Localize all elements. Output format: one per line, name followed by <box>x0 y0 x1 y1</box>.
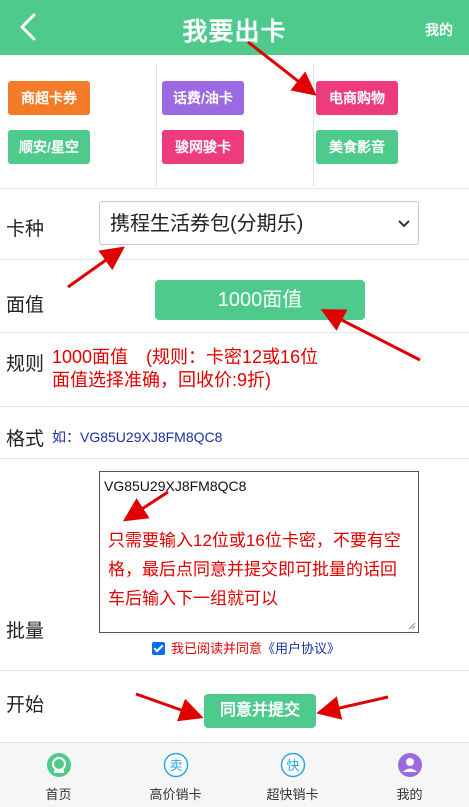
card-type-label: 卡种 <box>6 219 45 240</box>
app-header: 我要出卡 我的 <box>0 0 469 55</box>
rule-label: 规则 <box>6 354 45 375</box>
tab-sell-fast[interactable]: 快 超快销卡 <box>234 743 351 807</box>
user-icon <box>398 753 422 777</box>
submit-button[interactable]: 同意并提交 <box>204 694 316 728</box>
user-agreement-link[interactable]: 《用户协议》 <box>262 641 340 656</box>
home-icon <box>47 753 71 777</box>
rule-text: 1000面值 (规则：卡密12或16位 面值选择准确，回收价:9折) <box>52 346 318 392</box>
card-type-select[interactable]: 携程生活券包(分期乐) <box>99 201 419 245</box>
sell-icon-glyph: 卖 <box>169 759 182 774</box>
resize-handle-icon[interactable] <box>408 622 416 630</box>
format-example: 如：VG85U29XJ8FM8QC8 <box>52 429 223 445</box>
agreement-text: 我已阅读并同意 <box>171 641 263 656</box>
category-button-dianshang[interactable]: 电商购物 <box>316 81 398 115</box>
category-button-huafei[interactable]: 话费/油卡 <box>162 81 244 115</box>
tab-sell-high[interactable]: 卖 高价销卡 <box>117 743 234 807</box>
divider <box>313 64 314 186</box>
chevron-down-icon <box>398 220 410 228</box>
tab-sell-fast-label: 超快销卡 <box>266 787 319 802</box>
rule-line-1: 1000面值 (规则：卡密12或16位 <box>52 347 319 367</box>
page-title: 我要出卡 <box>182 18 287 46</box>
divider <box>0 406 469 407</box>
tab-home[interactable]: 首页 <box>0 743 117 807</box>
start-label: 开始 <box>6 695 45 716</box>
divider <box>0 188 469 189</box>
agreement-row: 我已阅读并同意《用户协议》 <box>152 638 340 657</box>
tab-mine-label: 我的 <box>396 787 423 802</box>
category-button-shunan[interactable]: 顺安/星空 <box>8 130 90 164</box>
fast-icon-glyph: 快 <box>286 759 299 774</box>
denom-label: 面值 <box>6 295 45 316</box>
divider <box>0 670 469 671</box>
batch-label: 批量 <box>6 621 45 642</box>
divider <box>0 332 469 333</box>
category-button-shangchao[interactable]: 商超卡券 <box>8 81 90 115</box>
card-type-value: 携程生活券包(分期乐) <box>110 213 304 235</box>
batch-textarea-value: VG85U29XJ8FM8QC8 <box>104 478 247 494</box>
tab-sell-high-label: 高价销卡 <box>149 787 202 802</box>
tab-home-label: 首页 <box>45 787 72 802</box>
category-button-junwang[interactable]: 骏网骏卡 <box>162 130 244 164</box>
divider <box>0 259 469 260</box>
agreement-checkbox[interactable] <box>152 642 165 655</box>
fast-icon: 快 <box>280 752 306 778</box>
tab-mine[interactable]: 我的 <box>351 743 468 807</box>
sell-icon: 卖 <box>163 752 189 778</box>
bottom-tab-bar: 首页 卖 高价销卡 快 超快销卡 我的 <box>0 742 469 807</box>
batch-textarea[interactable]: VG85U29XJ8FM8QC8 只需要输入12位或16位卡密，不要有空格，最后… <box>99 471 419 633</box>
batch-annotation-tip: 只需要输入12位或16位卡密，不要有空格，最后点同意并提交即可批量的话回车后输入… <box>108 531 401 608</box>
format-label: 格式 <box>6 429 45 450</box>
header-mine-link[interactable]: 我的 <box>425 20 453 40</box>
category-button-meishi[interactable]: 美食影音 <box>316 130 398 164</box>
denomination-button[interactable]: 1000面值 <box>155 280 365 320</box>
divider <box>156 64 157 186</box>
rule-line-2: 面值选择准确，回收价:9折) <box>52 370 272 390</box>
divider <box>0 458 469 459</box>
